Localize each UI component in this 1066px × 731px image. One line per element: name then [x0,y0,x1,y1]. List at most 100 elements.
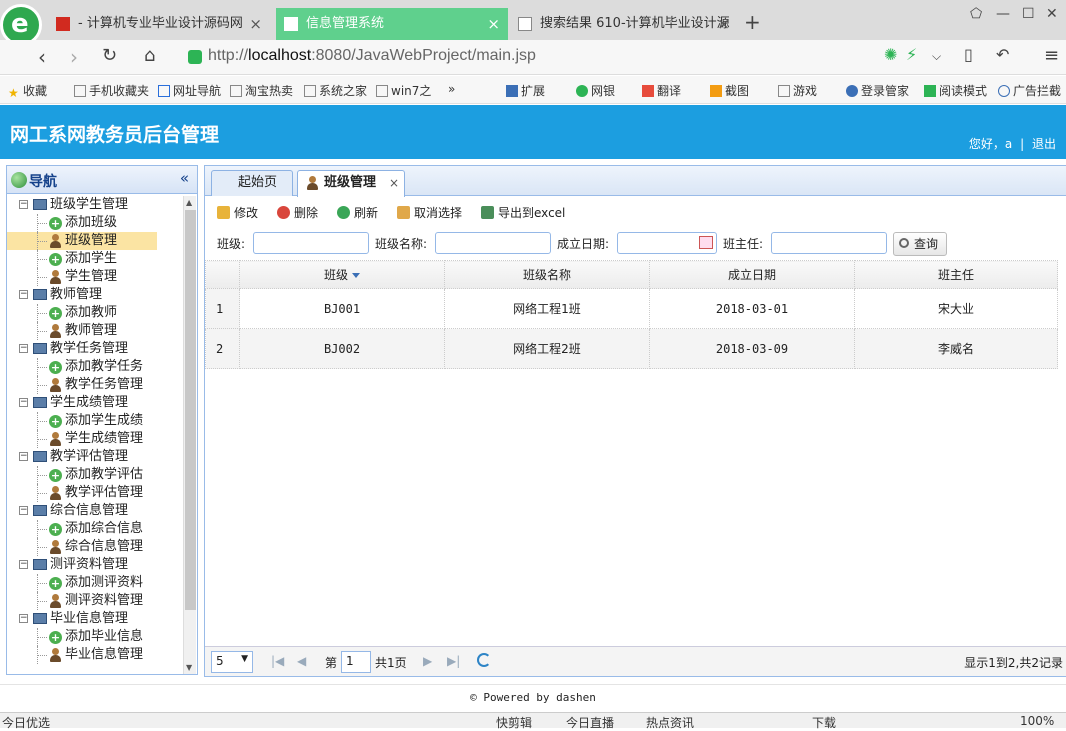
tree-group[interactable]: − 综合信息管理 [7,502,183,520]
scroll-down-icon[interactable]: ▼ [186,663,192,672]
collapse-toggle-icon[interactable]: − [19,398,28,407]
column-header-teacher[interactable]: 班主任 [854,260,1058,289]
phone-icon[interactable]: ▯ [964,45,973,64]
column-header-date[interactable]: 成立日期 [649,260,855,289]
menu-icon[interactable]: ≡ [1044,45,1059,66]
tree-item[interactable]: 毕业信息管理 [7,646,183,664]
pager-refresh-icon[interactable] [477,653,491,667]
logout-link[interactable]: 退出 [1032,137,1056,151]
more-bookmarks-icon[interactable]: » [448,82,455,96]
first-page-icon[interactable]: |◀ [271,654,284,668]
close-tab-icon[interactable]: × [389,171,399,195]
status-item[interactable]: 今日直播 [566,714,614,731]
bookmark-item[interactable]: 截图 [710,82,749,99]
tree-group[interactable]: − 教学评估管理 [7,448,183,466]
edit-button[interactable]: 修改 [217,204,258,221]
class-name-filter-input[interactable] [435,232,551,254]
tree-group[interactable]: − 学生成绩管理 [7,394,183,412]
zoom-level[interactable]: 100% [1020,714,1054,728]
close-tab-icon[interactable]: × [249,8,262,40]
collapse-toggle-icon[interactable]: − [19,290,28,299]
table-row[interactable]: 2 BJ002 网络工程2班 2018-03-09 李威名 [205,328,1058,369]
calendar-icon[interactable] [699,236,713,249]
export-excel-button[interactable]: 导出到excel [481,204,565,221]
tree-item[interactable]: 测评资料管理 [7,592,183,610]
tree-item[interactable]: 教学评估管理 [7,484,183,502]
new-tab-icon[interactable]: + [744,10,761,34]
forward-icon[interactable]: › [70,45,78,69]
tree-item[interactable]: + 添加教学评估 [7,466,183,484]
minimize-icon[interactable]: — [996,6,1010,22]
query-button[interactable]: 查询 [893,232,947,256]
skin-icon[interactable]: ⬠ [970,6,982,22]
lightning-icon[interactable]: ⚡ [906,45,917,64]
bookmark-item[interactable]: 广告拦截 [998,82,1061,99]
tree-item[interactable]: 学生管理 [7,268,183,286]
tree-item[interactable]: 教学任务管理 [7,376,183,394]
collapse-toggle-icon[interactable]: − [19,506,28,515]
bookmark-item[interactable]: 阅读模式 [924,82,987,99]
delete-button[interactable]: 删除 [277,204,318,221]
bookmark-item[interactable]: 淘宝热卖 [230,82,293,99]
bookmark-item[interactable]: 翻译 [642,82,681,99]
tree-item[interactable]: 班级管理 [7,232,157,250]
collapse-left-icon[interactable]: « [180,169,189,187]
status-item[interactable]: 今日优选 [2,714,50,731]
tree-item[interactable]: + 添加学生成绩 [7,412,183,430]
tree-item[interactable]: 综合信息管理 [7,538,183,556]
page-number-input[interactable]: 1 [341,651,371,673]
reload-icon[interactable]: ↻ [102,45,117,66]
undo-icon[interactable]: ↶ [996,45,1009,64]
back-icon[interactable]: ‹ [38,45,46,69]
tree-item[interactable]: + 添加学生 [7,250,183,268]
page-size-select[interactable]: 5 ▼ [211,651,253,673]
bookmark-item[interactable]: 网址导航 [158,82,221,99]
browser-tab-1[interactable]: - 计算机专业毕业设计源码网 × [48,8,270,40]
collapse-toggle-icon[interactable]: − [19,452,28,461]
status-item[interactable]: 快剪辑 [496,714,532,731]
tree-item[interactable]: + 添加综合信息 [7,520,183,538]
bookmark-item[interactable]: 网银 [576,82,615,99]
close-window-icon[interactable]: ✕ [1046,6,1058,22]
refresh-button[interactable]: 刷新 [337,204,378,221]
class-filter-input[interactable] [253,232,369,254]
close-tab-icon[interactable]: × [487,8,500,40]
last-page-icon[interactable]: ▶| [447,654,460,668]
bookmark-item[interactable]: 系统之家 [304,82,367,99]
browser-tab-2[interactable]: 信息管理系统 × [276,8,508,40]
tree-item[interactable]: + 添加班级 [7,214,183,232]
tree-group[interactable]: − 毕业信息管理 [7,610,183,628]
tree-item[interactable]: 教师管理 [7,322,183,340]
collapse-toggle-icon[interactable]: − [19,344,28,353]
bookmark-item[interactable]: 扩展 [506,82,545,99]
deselect-button[interactable]: 取消选择 [397,204,462,221]
close-tab-icon[interactable]: × [717,8,730,40]
tab-home[interactable]: 起始页 [211,170,293,196]
status-item[interactable]: 下载 [812,714,836,731]
column-header-class-name[interactable]: 班级名称 [444,260,650,289]
scroll-up-icon[interactable]: ▲ [186,198,192,207]
collapse-toggle-icon[interactable]: − [19,614,28,623]
teacher-filter-input[interactable] [771,232,887,254]
bookmark-item[interactable]: 登录管家 [846,82,909,99]
tree-item[interactable]: + 添加毕业信息 [7,628,183,646]
tree-group[interactable]: − 班级学生管理 [7,196,183,214]
collapse-toggle-icon[interactable]: − [19,560,28,569]
tree-item[interactable]: + 添加教师 [7,304,183,322]
tree-group[interactable]: − 测评资料管理 [7,556,183,574]
url-input[interactable]: http://localhost:8080/JavaWebProject/mai… [180,45,950,71]
browser-tab-3[interactable]: 搜索结果 610-计算机毕业设计源 × [510,8,738,40]
tree-item[interactable]: 学生成绩管理 [7,430,183,448]
next-page-icon[interactable]: ▶ [423,654,432,668]
sidebar-scrollbar[interactable]: ▲ ▼ [183,196,196,674]
tab-class-management[interactable]: 班级管理 × [297,170,405,197]
prev-page-icon[interactable]: ◀ [297,654,306,668]
tree-item[interactable]: + 添加教学任务 [7,358,183,376]
chevron-down-icon[interactable]: ⌵ [932,49,941,64]
home-icon[interactable]: ⌂ [144,45,155,66]
table-row[interactable]: 1 BJ001 网络工程1班 2018-03-01 宋大业 [205,288,1058,329]
bookmark-item[interactable]: 手机收藏夹 [74,82,149,99]
bookmark-item[interactable]: ★ 收藏 [8,82,47,100]
bookmark-item[interactable]: 游戏 [778,82,817,99]
column-header-class[interactable]: 班级 [239,260,445,289]
